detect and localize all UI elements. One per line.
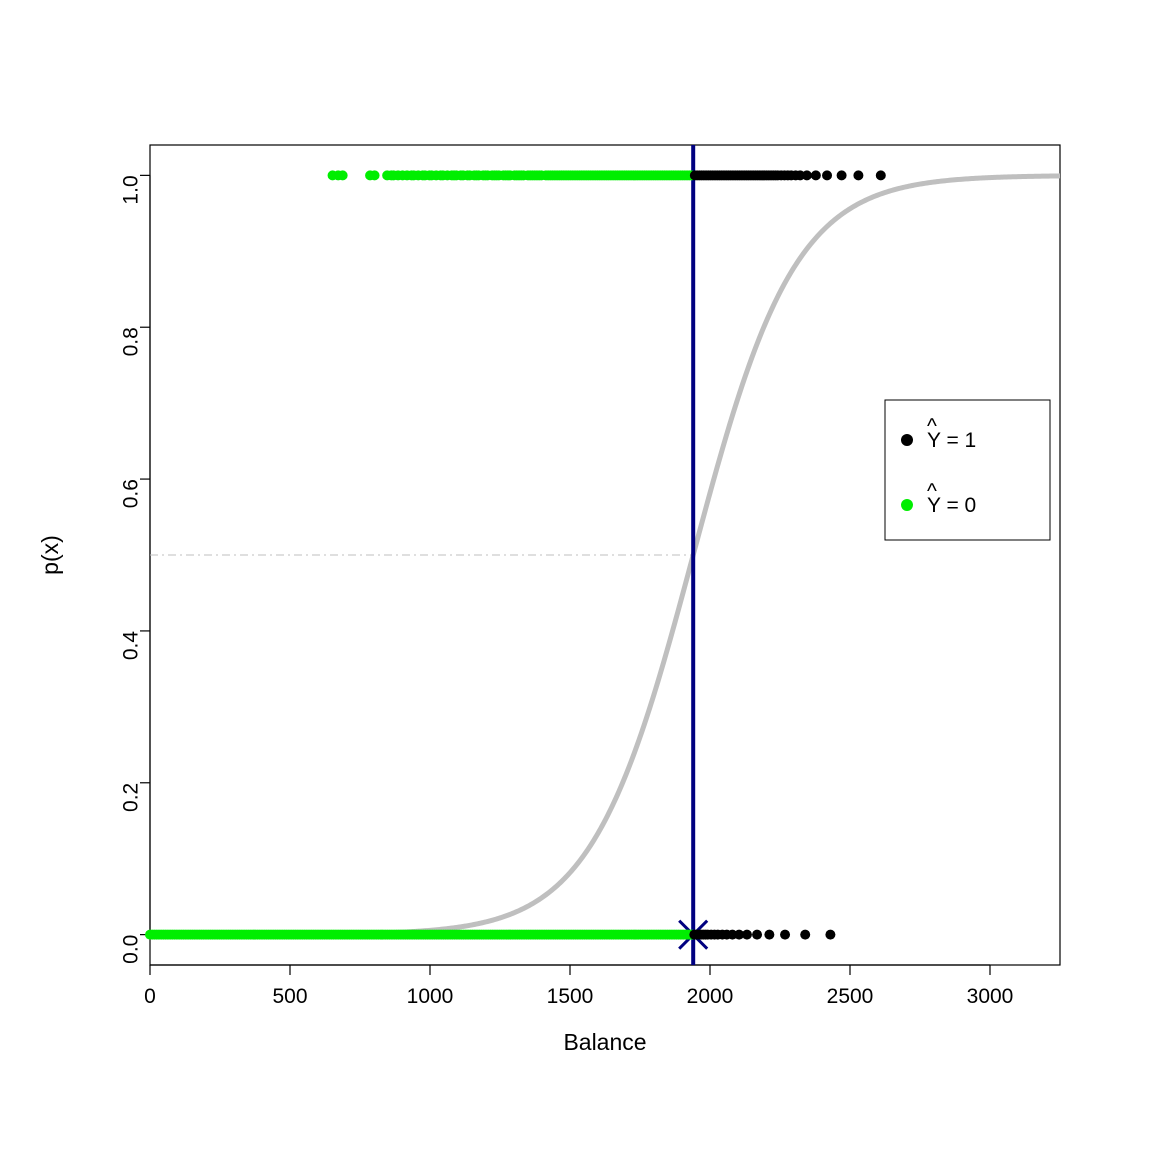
legend-swatch [901, 434, 913, 446]
x-tick-label: 3000 [967, 985, 1014, 1008]
point-yhat1-bottom [742, 930, 752, 940]
legend-swatch [901, 499, 913, 511]
point-yhat1-top [822, 170, 832, 180]
x-axis-title: Balance [563, 1029, 646, 1055]
x-tick-label: 500 [272, 985, 307, 1008]
y-tick-label: 0.4 [120, 631, 143, 661]
logistic-plot: 0 500 1000 1500 2000 2500 3000 0.0 0.2 0.4 0.6 0.8 1… [0, 0, 1152, 1152]
point-yhat1-bottom [780, 930, 790, 940]
y-tick-label: 1.0 [120, 175, 143, 204]
y-tick-label: 0.6 [120, 479, 143, 508]
x-tick-label: 1000 [407, 985, 454, 1008]
point-yhat1-bottom [752, 930, 762, 940]
point-yhat1-top [802, 170, 812, 180]
point-yhat1-top [876, 170, 886, 180]
point-yhat1-top [837, 170, 847, 180]
y-tick-label: 0.2 [120, 783, 143, 812]
legend-box [885, 400, 1050, 540]
point-yhat0-top [370, 170, 380, 180]
point-yhat1-bottom [800, 930, 810, 940]
x-tick-label: 1500 [547, 985, 594, 1008]
point-yhat1-bottom [825, 930, 835, 940]
point-yhat0-top [338, 170, 348, 180]
legend-hat: ^ [927, 480, 937, 503]
x-tick-label: 2000 [687, 985, 734, 1008]
x-tick-label: 0 [144, 985, 156, 1008]
point-yhat1-top [853, 170, 863, 180]
y-axis-title: p(x) [37, 535, 63, 575]
point-yhat1-top [811, 170, 821, 180]
legend-hat: ^ [927, 415, 937, 438]
x-tick-label: 2500 [827, 985, 874, 1008]
y-tick-label: 0.0 [120, 935, 143, 964]
point-yhat1-bottom [764, 930, 774, 940]
y-tick-label: 0.8 [120, 327, 143, 356]
